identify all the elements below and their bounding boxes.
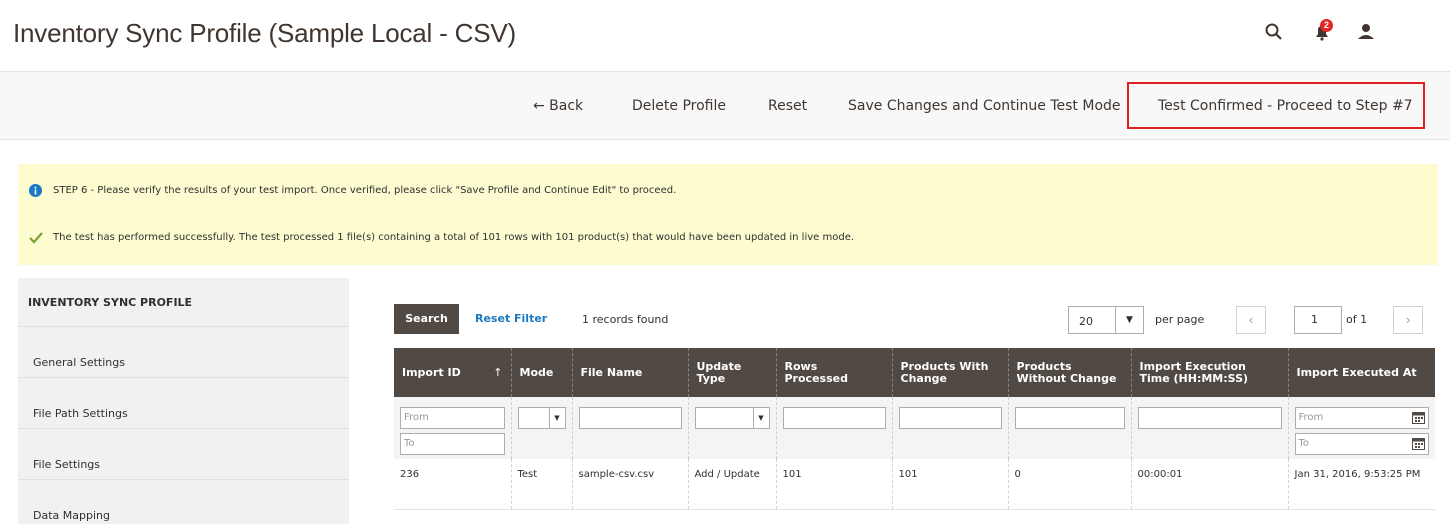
page-count: of 1 [1346, 313, 1368, 326]
notification-badge: 2 [1320, 19, 1333, 32]
sidebar: INVENTORY SYNC PROFILE General Settings … [18, 278, 349, 524]
cell-execution-time: 00:00:01 [1130, 459, 1288, 510]
sort-up-icon: ↑ [493, 365, 503, 379]
info-icon [29, 184, 42, 197]
column-header-rows-processed[interactable]: Rows Processed [775, 348, 892, 397]
cell-update-type: Add / Update [687, 459, 776, 510]
file-name-filter-input[interactable] [578, 407, 682, 429]
executed-at-to-input[interactable]: To [1294, 433, 1429, 455]
execution-time-filter-input[interactable] [1137, 407, 1282, 429]
rows-processed-filter-input[interactable] [782, 407, 886, 429]
column-header-import-id[interactable]: Import ID ↑ [394, 348, 511, 397]
user-icon[interactable] [1356, 22, 1376, 42]
calendar-icon[interactable] [1412, 437, 1425, 450]
back-button[interactable]: ← Back [533, 72, 583, 140]
sidebar-item-label: Data Mapping [33, 509, 110, 522]
sidebar-item-file-path-settings[interactable]: File Path Settings [18, 377, 349, 428]
cell-file-name: sample-csv.csv [571, 459, 688, 510]
column-header-file-name[interactable]: File Name [571, 348, 688, 397]
page-number-input[interactable]: 1 [1294, 306, 1342, 334]
save-continue-test-button[interactable]: Save Changes and Continue Test Mode [848, 72, 1121, 140]
cell-rows-processed: 101 [775, 459, 892, 510]
cell-import-id: 236 [394, 459, 511, 510]
grid-filter-row: From To ▼ ▼ From To [394, 397, 1435, 459]
records-found: 1 records found [582, 313, 669, 326]
mode-filter-select[interactable]: ▼ [517, 407, 566, 429]
calendar-icon[interactable] [1412, 411, 1425, 424]
search-button[interactable]: Search [394, 304, 459, 334]
success-message-text: The test has performed successfully. The… [53, 232, 855, 243]
sidebar-title: INVENTORY SYNC PROFILE [28, 296, 193, 309]
delete-profile-button[interactable]: Delete Profile [632, 72, 726, 140]
reset-button[interactable]: Reset [768, 72, 807, 140]
sidebar-item-data-mapping[interactable]: Data Mapping [18, 479, 349, 524]
cell-executed-at: Jan 31, 2016, 9:53:25 PM [1287, 459, 1435, 510]
page-title: Inventory Sync Profile (Sample Local - C… [13, 18, 516, 48]
checkmark-icon [29, 231, 43, 244]
grid-header-row: Import ID ↑ Mode File Name Update Type Ro… [394, 348, 1435, 397]
per-page-label: per page [1155, 313, 1205, 326]
cell-products-with-change: 101 [891, 459, 1008, 510]
sidebar-item-file-settings[interactable]: File Settings [18, 428, 349, 479]
previous-page-button[interactable]: ‹ [1236, 306, 1266, 334]
sidebar-item-label: File Path Settings [33, 407, 128, 420]
import-id-from-input[interactable]: From [400, 407, 505, 429]
chevron-down-icon: ▼ [1115, 307, 1143, 333]
products-without-change-filter-input[interactable] [1014, 407, 1125, 429]
column-header-execution-time[interactable]: Import Execution Time (HH:MM:SS) [1130, 348, 1288, 397]
success-message: The test has performed successfully. The… [18, 211, 1438, 265]
search-icon[interactable] [1264, 22, 1284, 42]
reset-filter-link[interactable]: Reset Filter [475, 312, 547, 325]
column-header-update-type[interactable]: Update Type [687, 348, 776, 397]
column-header-mode[interactable]: Mode [510, 348, 572, 397]
chevron-down-icon: ▼ [548, 408, 565, 428]
cell-mode: Test [510, 459, 572, 510]
sidebar-item-label: File Settings [33, 458, 101, 471]
executed-at-from-input[interactable]: From [1294, 407, 1429, 429]
per-page-select[interactable]: 20 ▼ [1068, 306, 1144, 334]
info-message: STEP 6 - Please verify the results of yo… [18, 164, 1438, 218]
column-header-executed-at[interactable]: Import Executed At [1287, 348, 1435, 397]
next-page-button[interactable]: › [1393, 306, 1423, 334]
cell-products-without-change: 0 [1007, 459, 1131, 510]
info-message-text: STEP 6 - Please verify the results of yo… [53, 185, 677, 196]
import-history-grid: Import ID ↑ Mode File Name Update Type Ro… [394, 348, 1435, 510]
sidebar-item-general-settings[interactable]: General Settings [18, 326, 349, 377]
import-id-to-input[interactable]: To [400, 433, 505, 455]
page-header: Inventory Sync Profile (Sample Local - C… [0, 0, 1450, 72]
sidebar-item-label: General Settings [33, 356, 125, 369]
per-page-value: 20 [1079, 315, 1093, 328]
chevron-down-icon: ▼ [752, 408, 769, 428]
column-header-products-with-change[interactable]: Products With Change [891, 348, 1008, 397]
column-header-products-without-change[interactable]: Products Without Change [1007, 348, 1131, 397]
update-type-filter-select[interactable]: ▼ [694, 407, 770, 429]
highlight-annotation [1127, 82, 1425, 129]
products-with-change-filter-input[interactable] [898, 407, 1002, 429]
table-row[interactable]: 236 Test sample-csv.csv Add / Update 101… [394, 459, 1435, 510]
